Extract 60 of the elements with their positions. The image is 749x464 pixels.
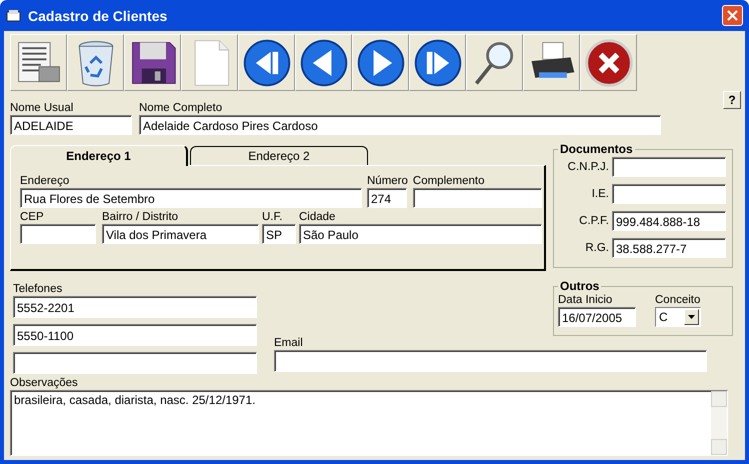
field-label: Observações [10,376,79,390]
field-label: Endereço [20,174,70,188]
field-label: Data Inicio [558,293,614,307]
field-label: C.N.P.J. [568,161,609,173]
cep-field[interactable] [20,224,96,244]
toolbar-button[interactable] [466,34,523,91]
nome-completo-field[interactable]: Adelaide Cardoso Pires Cardoso [139,115,661,135]
field-label: Telefones [13,282,64,296]
help-button[interactable]: ? [723,91,741,109]
field-label: CEP [20,210,45,224]
toolbar-button[interactable] [238,34,295,91]
field-label: Conceito [655,293,701,307]
field-label: C.P.F. [579,215,609,227]
toolbar-button[interactable] [352,34,409,91]
toolbar-button[interactable] [10,34,67,91]
field-label: Complemento [412,174,486,188]
field-label: Nome Completo [139,101,224,115]
document-field[interactable] [612,157,726,177]
toolbar-button[interactable] [67,34,124,91]
document-field[interactable]: 38.588.277-7 [612,238,726,258]
toolbar-button[interactable] [124,34,181,91]
numero-field[interactable]: 274 [367,188,407,208]
caret-icon [684,309,699,325]
window-icon [6,8,22,22]
tab[interactable]: Endereço 1 [10,145,188,166]
group-title: Outros [559,279,600,293]
conceito-dropdown[interactable]: C [655,307,701,327]
tab[interactable]: Endereço 2 [190,146,368,165]
toolbar-button[interactable] [409,34,466,91]
toolbar-button[interactable] [580,34,637,91]
phone-field[interactable]: 5550-1100 [13,324,257,346]
nome-usual-field[interactable]: ADELAIDE [10,115,132,135]
window-title: Cadastro de Clientes [28,8,168,24]
document-field[interactable]: 999.484.888-18 [612,211,726,231]
uf-field[interactable]: SP [262,224,296,244]
field-label: Nome Usual [10,101,74,115]
field-label: Cidade [299,210,336,224]
phone-field[interactable] [13,352,257,374]
cidade-field[interactable]: São Paulo [299,224,542,244]
field-label: Número [367,174,408,188]
toolbar-button[interactable] [523,34,580,91]
toolbar-button[interactable] [295,34,352,91]
field-label: I.E. [592,188,609,200]
email-field[interactable] [274,350,707,372]
complemento-field[interactable] [412,188,542,208]
phone-field[interactable]: 5552-2201 [13,296,257,318]
field-label: Bairro / Distrito [102,210,180,224]
document-field[interactable] [612,184,726,204]
date-field[interactable]: 16/07/2005 [558,307,636,327]
bairro-field[interactable]: Vila dos Primavera [102,224,259,244]
close-button[interactable] [722,5,743,26]
field-label: Email [274,336,304,350]
close-icon [582,36,634,88]
close-icon [727,10,738,21]
observacoes-field[interactable]: brasileira, casada, diarista, nasc. 25/12/1971. [10,390,728,456]
field-label: R.G. [585,242,609,254]
group-title: Documentos [559,142,634,156]
field-label: U.F. [262,210,284,224]
scrollbar[interactable] [711,391,727,455]
endereco-field[interactable]: Rua Flores de Setembro [20,188,362,208]
